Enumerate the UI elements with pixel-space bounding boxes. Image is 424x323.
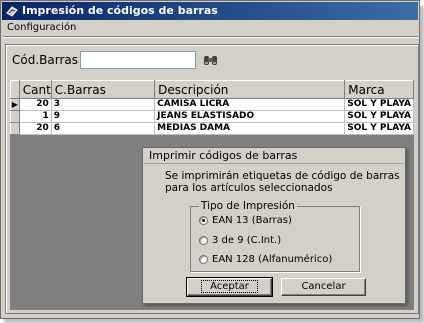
radio-3de9-label[interactable]: 3 de 9 (C.Int.) (212, 235, 281, 246)
cancel-button[interactable]: Cancelar (281, 278, 366, 296)
app-icon (6, 6, 18, 17)
dialog-title[interactable]: Imprimir códigos de barras (144, 149, 404, 164)
column-header-descripcion[interactable]: Descripción (154, 80, 346, 99)
print-type-group-label: Tipo de Impresión (199, 200, 297, 212)
cell-marca[interactable]: SOL Y PLAYA (344, 110, 414, 123)
cell-cant[interactable]: 20 (18, 98, 52, 111)
radio-ean128-label[interactable]: EAN 128 (Alfanumérico) (212, 254, 332, 265)
column-header-cant[interactable]: Cant (18, 80, 52, 99)
cell-marca[interactable]: SOL Y PLAYA (344, 98, 414, 111)
cell-cant[interactable]: 20 (18, 122, 52, 135)
cell-descripcion[interactable]: MEDIAS DAMA (154, 122, 346, 135)
print-type-group: Tipo de Impresión EAN 13 (Barras) 3 de 9… (190, 200, 360, 272)
radio-ean13-label[interactable]: EAN 13 (Barras) (212, 215, 292, 226)
radio-unchecked-icon[interactable] (199, 236, 208, 245)
cell-cbarras[interactable]: 6 (50, 122, 156, 135)
radio-unchecked-icon[interactable] (199, 255, 208, 264)
window-title: Impresión de códigos de barras (22, 4, 218, 17)
cell-marca[interactable]: SOL Y PLAYA (344, 122, 414, 135)
menu-bar: Configuración (2, 20, 418, 36)
row-selector-current-icon[interactable]: ▶ (10, 98, 20, 111)
cell-cbarras[interactable]: 9 (50, 110, 156, 123)
dialog-message: Se imprimirán etiquetas de código de bar… (165, 170, 400, 194)
column-header-cbarras[interactable]: C.Barras (50, 80, 156, 99)
table-row[interactable]: 1 9 JEANS ELASTISADO SOL Y PLAYA (10, 110, 414, 123)
accept-button-label: Aceptar (201, 280, 258, 293)
cancel-button-label: Cancelar (301, 281, 346, 292)
radio-ean13[interactable]: EAN 13 (Barras) (199, 215, 292, 226)
table-row[interactable]: 20 6 MEDIAS DAMA SOL Y PLAYA (10, 122, 414, 135)
cell-descripcion[interactable]: CAMISA LICRA (154, 98, 346, 111)
column-header-marca[interactable]: Marca (344, 80, 414, 99)
barcode-input[interactable] (80, 51, 196, 69)
row-selector[interactable] (10, 110, 20, 123)
title-bar[interactable]: Impresión de códigos de barras (2, 2, 418, 20)
binoculars-icon[interactable] (203, 54, 219, 67)
grid-corner-header (10, 80, 20, 99)
radio-ean128[interactable]: EAN 128 (Alfanumérico) (199, 254, 332, 265)
cell-cbarras[interactable]: 3 (50, 98, 156, 111)
cell-descripcion[interactable]: JEANS ELASTISADO (154, 110, 346, 123)
menu-separator (3, 36, 418, 38)
radio-checked-icon[interactable] (199, 216, 208, 225)
print-barcodes-dialog: Imprimir códigos de barras Se imprimirán… (142, 147, 406, 304)
table-row[interactable]: ▶ 20 3 CAMISA LICRA SOL Y PLAYA (10, 98, 414, 111)
radio-3de9[interactable]: 3 de 9 (C.Int.) (199, 235, 281, 246)
row-selector[interactable] (10, 122, 20, 135)
barcode-label: Cód.Barras (12, 53, 78, 67)
cell-cant[interactable]: 1 (18, 110, 52, 123)
accept-button[interactable]: Aceptar (186, 277, 273, 297)
menu-item-configuracion[interactable]: Configuración (7, 22, 76, 33)
